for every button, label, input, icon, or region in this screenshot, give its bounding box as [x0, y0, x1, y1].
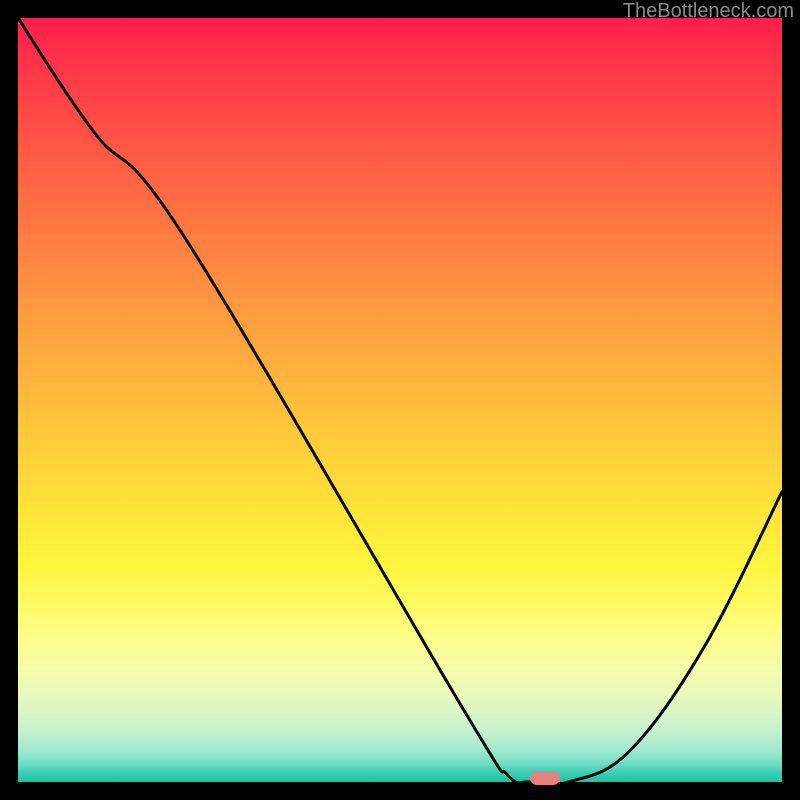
watermark-text: TheBottleneck.com [623, 0, 794, 23]
curve-path [18, 18, 782, 785]
optimal-marker [530, 771, 560, 785]
chart-frame: TheBottleneck.com [0, 0, 800, 800]
plot-area [18, 18, 782, 782]
bottleneck-curve [18, 18, 782, 782]
